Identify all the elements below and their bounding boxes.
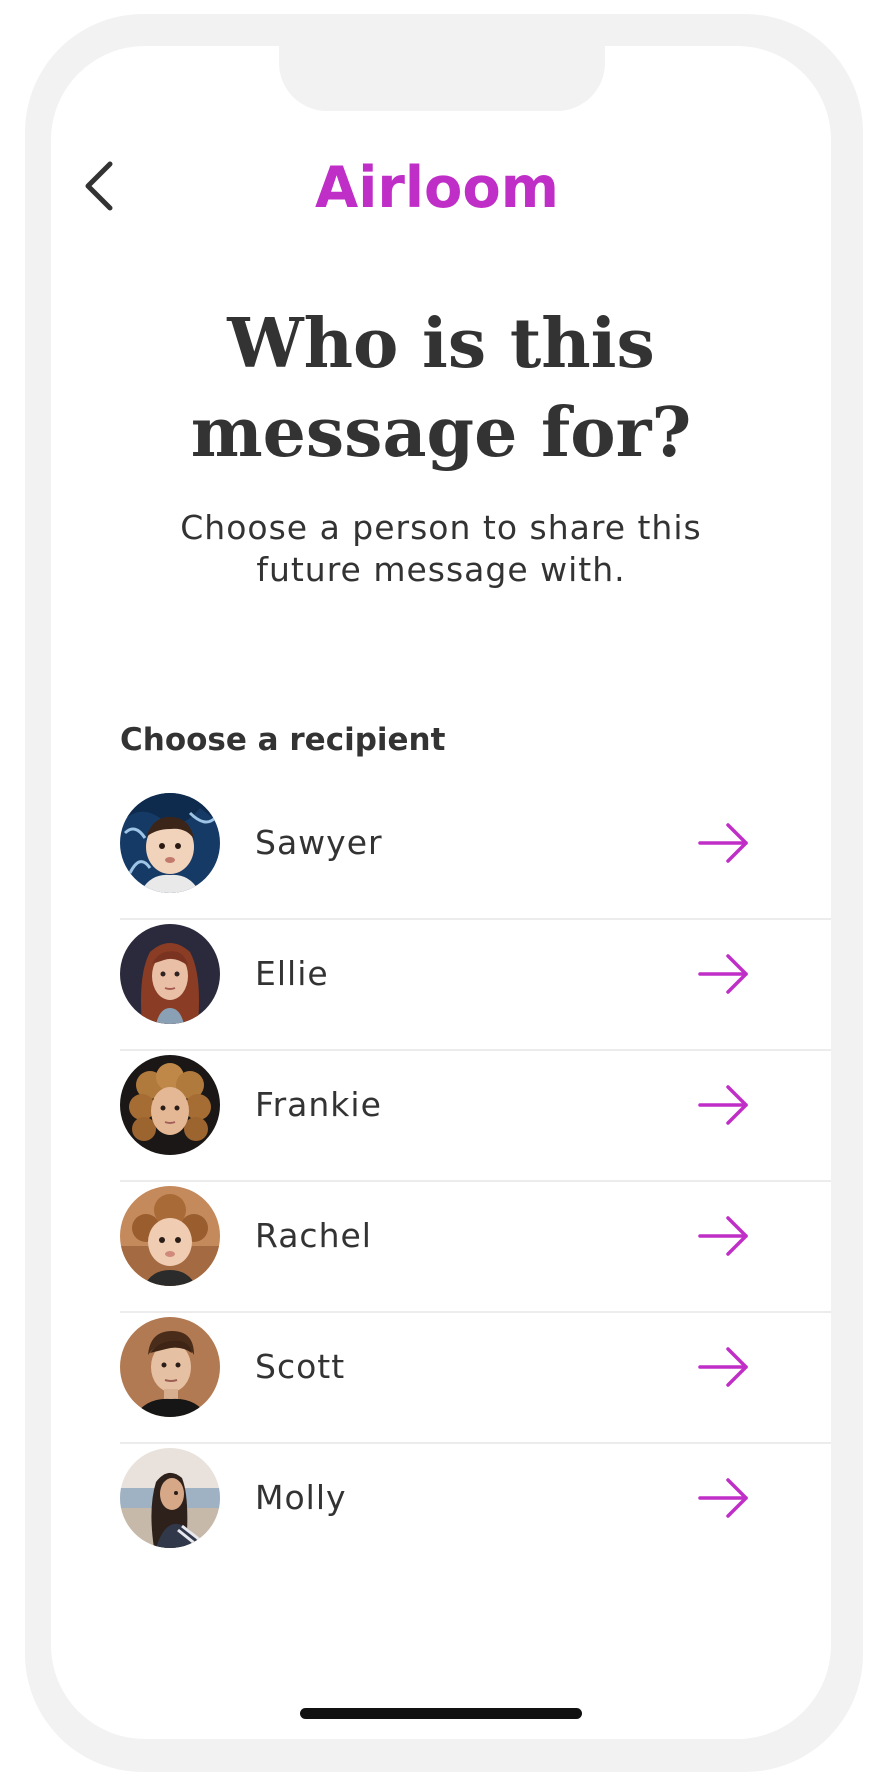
recipient-name: Molly <box>255 1478 347 1517</box>
avatar <box>120 1055 220 1155</box>
avatar <box>120 793 220 893</box>
page-subtitle-line-2: future message with. <box>256 550 626 589</box>
page-title-line-1: Who is this <box>227 304 655 384</box>
recipient-row-scott[interactable]: Scott <box>120 1313 831 1444</box>
recipient-row-rachel[interactable]: Rachel <box>120 1182 831 1313</box>
arrow-right-icon <box>698 1478 748 1518</box>
avatar <box>120 924 220 1024</box>
arrow-right-icon <box>698 1347 748 1387</box>
recipient-name: Scott <box>255 1347 346 1386</box>
avatar <box>120 1186 220 1286</box>
logo-text: Airloom <box>315 155 559 220</box>
page-subtitle: Choose a person to share this future mes… <box>0 507 882 591</box>
arrow-right-icon <box>698 823 748 863</box>
recipient-list: Sawyer Ellie Frankie Rachel Scott Molly <box>120 789 831 1573</box>
recipient-name: Rachel <box>255 1216 372 1255</box>
recipient-row-molly[interactable]: Molly <box>120 1444 831 1573</box>
phone-notch <box>279 46 605 111</box>
airloom-logo: Airloom <box>315 154 561 221</box>
recipient-name: Sawyer <box>255 823 383 862</box>
page-subtitle-line-1: Choose a person to share this <box>180 508 702 547</box>
recipient-row-ellie[interactable]: Ellie <box>120 920 831 1051</box>
back-button[interactable] <box>78 158 122 214</box>
avatar <box>120 1448 220 1548</box>
arrow-right-icon <box>698 1085 748 1125</box>
recipient-name: Ellie <box>255 954 329 993</box>
page-title-line-2: message for? <box>190 393 692 473</box>
arrow-right-icon <box>698 954 748 994</box>
page-title: Who is this message for? <box>0 300 882 478</box>
section-label: Choose a recipient <box>120 722 446 758</box>
recipient-row-frankie[interactable]: Frankie <box>120 1051 831 1182</box>
recipient-row-sawyer[interactable]: Sawyer <box>120 789 831 920</box>
arrow-right-icon <box>698 1216 748 1256</box>
home-indicator[interactable] <box>300 1708 582 1719</box>
recipient-name: Frankie <box>255 1085 382 1124</box>
chevron-left-icon <box>85 161 113 211</box>
avatar <box>120 1317 220 1417</box>
